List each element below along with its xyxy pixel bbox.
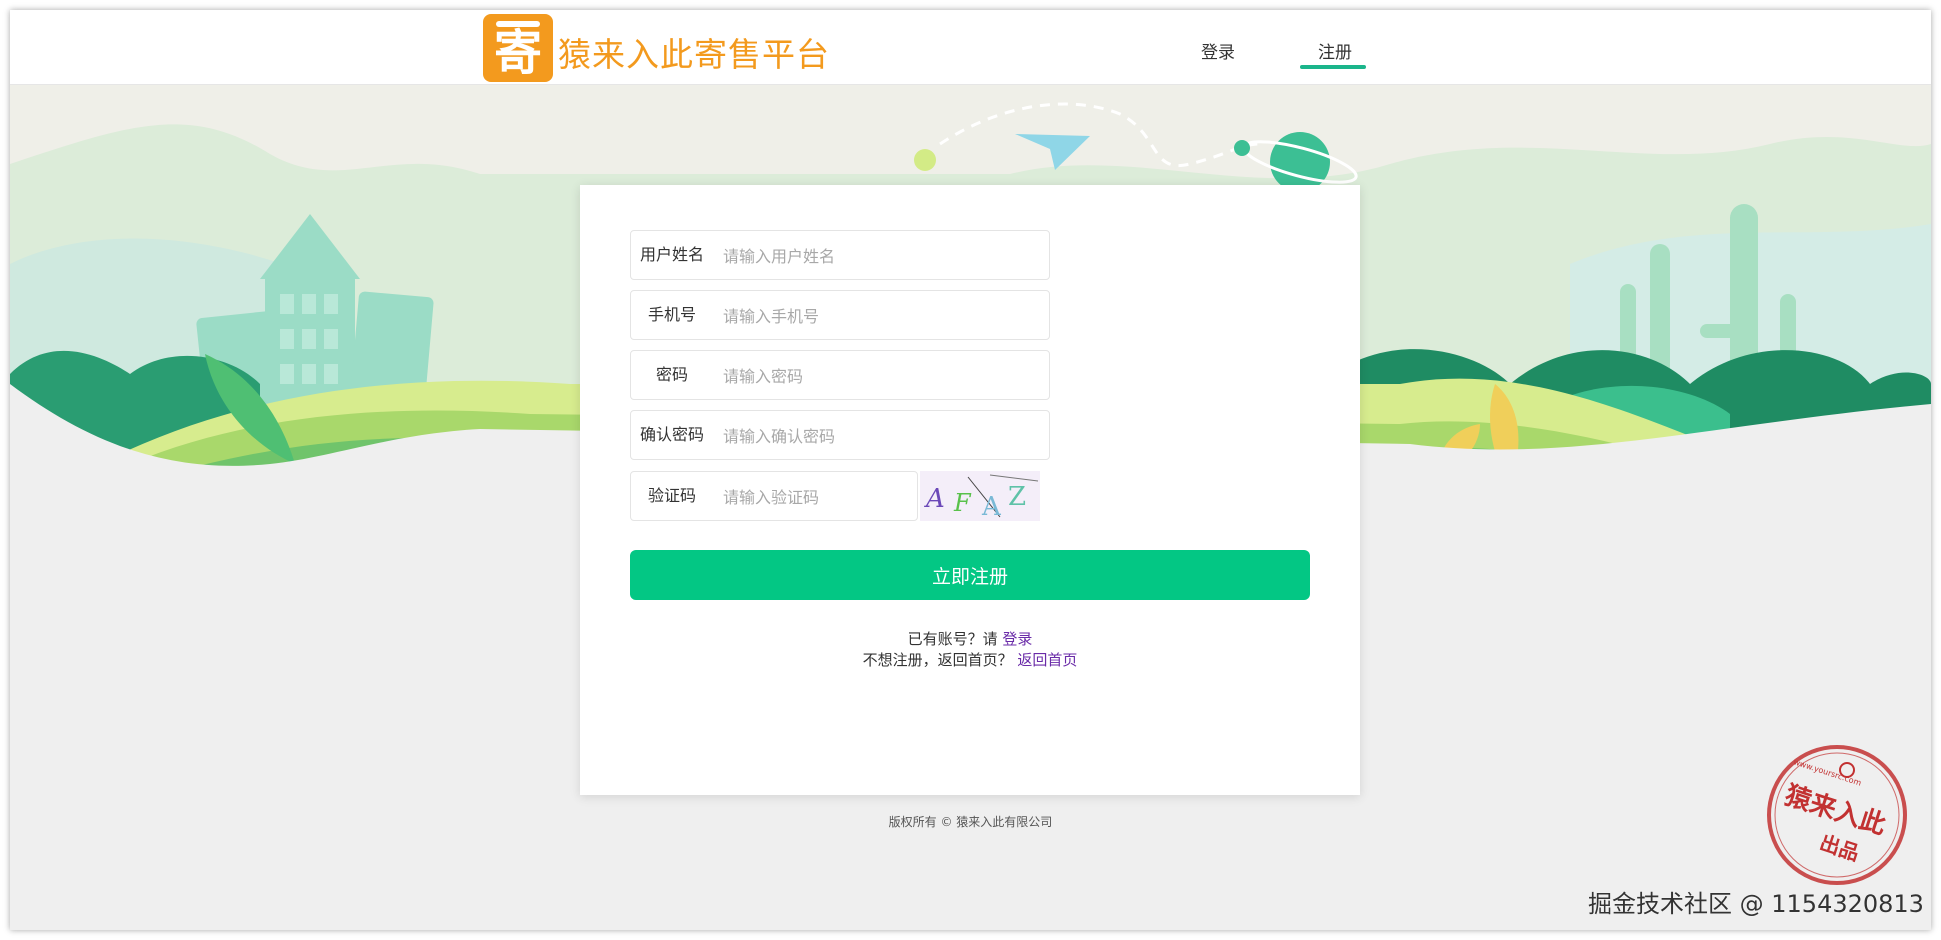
password-input[interactable] [721,359,1025,393]
confirm-password-label: 确认密码 [639,425,704,444]
logo-icon[interactable]: 寄 [483,14,553,82]
captcha-label: 验证码 [647,486,696,505]
captcha-char-1: A [924,484,945,514]
confirm-password-input[interactable] [721,419,1025,453]
password-label: 密码 [655,365,688,384]
phone-input[interactable] [721,299,1025,333]
username-field: 用户姓名 [630,230,1050,280]
watermark-text: 掘金技术社区 @ 1154320813 [1588,890,1924,918]
username-input[interactable] [721,239,1025,273]
password-field: 密码 [630,350,1050,400]
nav-register[interactable]: 注册 [1318,38,1352,63]
captcha-char-3: A [981,492,1002,521]
login-link[interactable]: 登录 [1002,630,1032,648]
confirm-password-field: 确认密码 [630,410,1050,460]
stamp-seal: www.yoursrc.com 猿来入此 出品 [1762,740,1912,890]
login-prompt-text: 已有账号？请 [907,630,1003,648]
login-prompt-line: 已有账号？请 登录 [580,628,1360,649]
captcha-char-2: F [953,489,972,517]
captcha-char-4: Z [1008,482,1026,512]
captcha-input[interactable] [721,480,905,514]
phone-field: 手机号 [630,290,1050,340]
captcha-image[interactable]: A F A Z [920,471,1040,521]
register-submit-button[interactable]: 立即注册 [630,550,1310,600]
footer-copyright: 版权所有 © 猿来入此有限公司 [888,815,1053,829]
home-prompt-text: 不想注册，返回首页？ [862,651,1018,669]
page-frame: 寄 猿来入此寄售平台 登录 注册 用户姓名 手机号 密码 确认密码 验证码 [10,10,1931,930]
top-header: 寄 猿来入此寄售平台 登录 注册 [10,10,1931,85]
brand-name[interactable]: 猿来入此寄售平台 [558,28,830,76]
home-link[interactable]: 返回首页 [1017,651,1077,669]
phone-label: 手机号 [647,305,696,324]
register-card: 用户姓名 手机号 密码 确认密码 验证码 A F A Z 立即注册 [580,185,1360,795]
nav-login[interactable]: 登录 [1201,38,1235,63]
active-nav-indicator [1300,65,1366,69]
logo-char: 寄 [493,25,542,81]
username-label: 用户姓名 [639,245,704,264]
captcha-field: 验证码 [630,471,918,521]
home-prompt-line: 不想注册，返回首页？ 返回首页 [580,649,1360,670]
